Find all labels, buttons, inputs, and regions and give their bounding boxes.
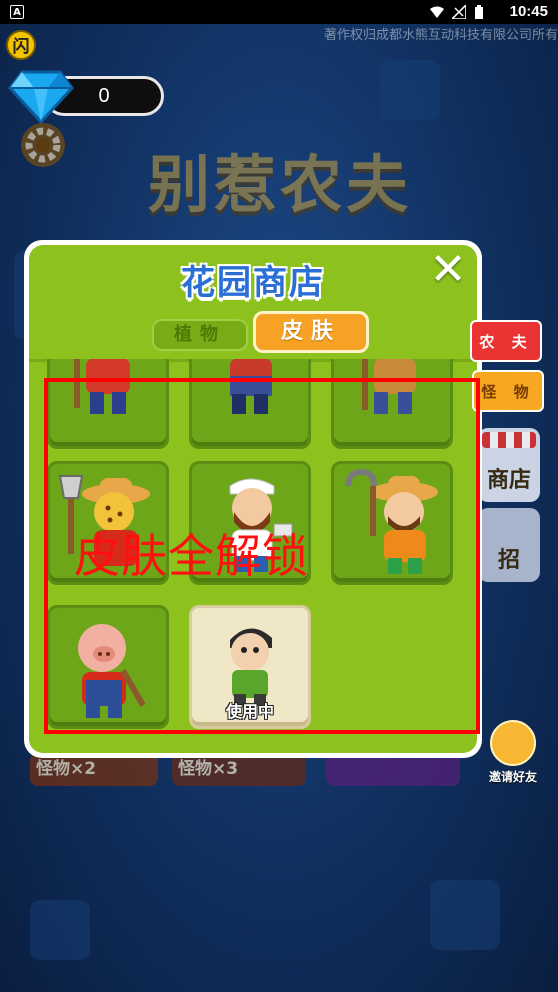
background-decoration xyxy=(430,880,500,950)
background-decoration xyxy=(30,900,90,960)
smiley-heart-icon xyxy=(490,720,536,766)
invite-label: 邀请好友 xyxy=(488,770,537,784)
notification-a-icon: A xyxy=(10,5,24,19)
unlock-all-skins-overlay: 皮肤全解锁 xyxy=(74,529,309,583)
recruit-button[interactable]: 招 xyxy=(478,508,540,582)
settings-gear-icon[interactable] xyxy=(18,120,68,170)
shop-title: 花园商店 xyxy=(181,263,325,303)
invite-friends-button[interactable]: 邀请好友 xyxy=(480,720,546,784)
wifi-icon xyxy=(430,5,444,19)
background-decoration xyxy=(380,60,440,120)
recruit-button-label: 招 xyxy=(497,548,520,573)
tab-plants[interactable]: 植物 xyxy=(152,319,248,351)
shop-button-label: 商店 xyxy=(486,468,531,493)
system-icons xyxy=(430,3,488,20)
tab-monster[interactable]: 怪 物 xyxy=(472,370,544,412)
awning-decoration xyxy=(482,432,536,448)
shop-button[interactable]: 商店 xyxy=(478,428,540,502)
tab-skins[interactable]: 皮肤 xyxy=(253,311,369,353)
clock: 10:45 xyxy=(509,3,548,20)
copyright-notice: 著作权归成都水熊互动科技有限公司所有 xyxy=(323,28,558,43)
game-title-logo: 别惹农夫 xyxy=(147,148,412,221)
signal-icon xyxy=(450,3,467,20)
battery-icon xyxy=(474,5,488,19)
status-bar: A 10:45 xyxy=(0,0,558,24)
close-button[interactable]: ✕ xyxy=(427,248,469,292)
app-logo-badge[interactable]: 闪 xyxy=(6,30,36,60)
tab-farmer[interactable]: 农 夫 xyxy=(470,320,542,362)
diamond-icon xyxy=(8,68,74,125)
